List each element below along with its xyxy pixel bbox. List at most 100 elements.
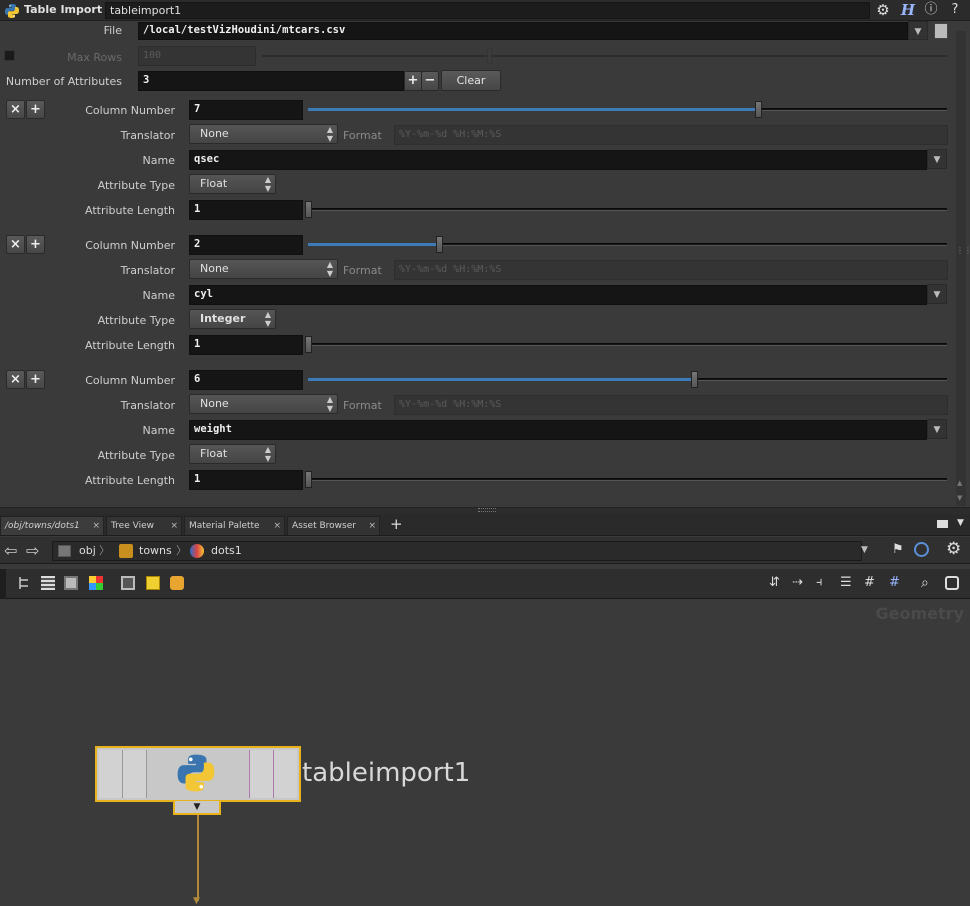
list-view-icon[interactable] <box>41 576 55 590</box>
help-h-icon[interactable]: H <box>898 1 918 19</box>
parameter-scrollbar[interactable]: ⋮⋮ ▲ ▼ <box>956 31 970 506</box>
link-icon[interactable] <box>914 542 929 557</box>
attribute-length-slider[interactable] <box>308 208 947 211</box>
node-name-field[interactable]: tableimport1 <box>105 2 870 19</box>
close-tab-icon[interactable]: × <box>273 521 281 531</box>
scroll-up-icon[interactable]: ▲ <box>957 479 962 487</box>
attribute-length-slider[interactable] <box>308 343 947 346</box>
color-palette-icon[interactable] <box>89 576 103 590</box>
align-horizontal-icon[interactable]: ⇢ <box>792 576 806 590</box>
attribute-length-field[interactable]: 1 <box>189 200 303 220</box>
clear-button[interactable]: Clear <box>441 70 501 91</box>
column-number-label: Column Number <box>85 239 175 252</box>
column-slider-handle[interactable] <box>691 371 698 388</box>
crumb-obj[interactable]: obj <box>79 542 96 560</box>
visibility-icon[interactable] <box>945 576 959 590</box>
back-arrow-icon[interactable]: ⇦ <box>4 541 17 560</box>
snap-icon[interactable]: ⫞ <box>816 576 830 590</box>
search-icon[interactable]: ⌕ <box>921 576 935 590</box>
attribute-length-field[interactable]: 1 <box>189 470 303 490</box>
close-tab-icon[interactable]: × <box>92 521 100 531</box>
layout-icon[interactable]: ☰ <box>840 576 854 590</box>
translator-menu[interactable]: None ▲ ▼ <box>189 394 338 414</box>
crumb-dots1[interactable]: dots1 <box>211 542 242 560</box>
node-display-flag[interactable] <box>273 750 297 798</box>
translator-menu[interactable]: None ▲ ▼ <box>189 259 338 279</box>
name-dropdown-icon[interactable]: ▼ <box>927 284 947 304</box>
menu-arrows-icon: ▲ ▼ <box>326 125 333 143</box>
attribute-name-field[interactable]: cyl <box>189 285 927 305</box>
tab-label: Tree View <box>111 521 154 531</box>
file-dropdown-icon[interactable]: ▼ <box>908 21 928 40</box>
attribute-type-menu[interactable]: Float ▲ ▼ <box>189 174 276 194</box>
grid-icon[interactable]: # <box>864 576 878 590</box>
help-icon[interactable]: ? <box>945 1 965 19</box>
pane-tab[interactable]: Material Palette × <box>184 516 285 535</box>
node-bypass-flag[interactable] <box>99 750 123 798</box>
file-field[interactable]: /local/testVizHoudini/mtcars.csv <box>138 22 908 40</box>
column-number-field[interactable]: 6 <box>189 370 303 390</box>
thumbnail-view-icon[interactable] <box>64 576 78 590</box>
forward-arrow-icon[interactable]: ⇨ <box>26 541 39 560</box>
sticky-note-icon[interactable] <box>146 576 160 590</box>
attribute-type-menu[interactable]: Float ▲ ▼ <box>189 444 276 464</box>
tree-layout-icon[interactable] <box>17 576 31 590</box>
network-box-icon[interactable] <box>121 576 135 590</box>
numattr-field[interactable]: 3 <box>138 71 404 91</box>
scroll-down-icon[interactable]: ▼ <box>957 494 962 502</box>
translator-menu[interactable]: None ▲ ▼ <box>189 124 338 144</box>
pane-divider[interactable] <box>0 507 970 514</box>
close-tab-icon[interactable]: × <box>368 521 376 531</box>
format-field[interactable]: %Y-%m-%d %H:%M:%S <box>394 260 948 280</box>
column-slider-handle[interactable] <box>755 101 762 118</box>
column-slider-handle[interactable] <box>436 236 443 253</box>
column-number-field[interactable]: 7 <box>189 100 303 120</box>
attribute-name-field[interactable]: qsec <box>189 150 927 170</box>
gear-icon[interactable]: ⚙ <box>873 1 893 19</box>
menu-arrows-icon: ▲ ▼ <box>264 175 271 193</box>
grid-snap-icon[interactable]: # <box>889 576 903 590</box>
attribute-type-menu[interactable]: Integer ▲ ▼ <box>189 309 276 329</box>
info-icon[interactable]: ⓘ <box>921 1 941 19</box>
attribute-length-field[interactable]: 1 <box>189 335 303 355</box>
path-dropdown-icon[interactable]: ▼ <box>861 545 868 555</box>
format-field[interactable]: %Y-%m-%d %H:%M:%S <box>394 395 948 415</box>
maxrows-field[interactable]: 100 <box>138 46 256 66</box>
pane-menu-icon[interactable]: ▼ <box>957 518 964 528</box>
network-dot-icon[interactable] <box>170 576 184 590</box>
format-field[interactable]: %Y-%m-%d %H:%M:%S <box>394 125 948 145</box>
length-slider-handle[interactable] <box>305 201 312 218</box>
pin-icon[interactable]: ⚑ <box>892 542 904 557</box>
pane-tab[interactable]: Asset Browser × <box>287 516 380 535</box>
divider-grip-icon[interactable] <box>478 508 496 512</box>
close-tab-icon[interactable]: × <box>170 521 178 531</box>
length-slider-handle[interactable] <box>305 336 312 353</box>
align-vertical-icon[interactable]: ⇵ <box>769 576 783 590</box>
node-template-flag[interactable] <box>249 750 273 798</box>
name-dropdown-icon[interactable]: ▼ <box>927 149 947 169</box>
network-editor[interactable]: Geometry tableimport1 ▼ ▼ <box>0 600 970 906</box>
file-browse-icon[interactable] <box>934 23 948 39</box>
length-slider-handle[interactable] <box>305 471 312 488</box>
maxrows-slider-handle[interactable] <box>487 48 492 64</box>
translator-value: None <box>200 262 229 275</box>
crumb-towns[interactable]: towns <box>139 542 172 560</box>
add-tab-icon[interactable]: + <box>390 515 403 533</box>
attribute-length-slider[interactable] <box>308 478 947 481</box>
remove-attribute-button[interactable]: − <box>421 71 439 91</box>
node-tableimport1[interactable] <box>95 746 301 802</box>
tab-label: /obj/towns/dots1 <box>5 521 80 531</box>
attribute-name-field[interactable]: weight <box>189 420 927 440</box>
name-dropdown-icon[interactable]: ▼ <box>927 419 947 439</box>
add-attribute-button[interactable]: + <box>404 71 422 91</box>
node-output-connector[interactable]: ▼ <box>173 801 221 815</box>
pane-tab[interactable]: Tree View × <box>106 516 182 535</box>
maximize-pane-icon[interactable] <box>937 520 948 528</box>
tab-label: Asset Browser <box>292 521 356 531</box>
column-number-field[interactable]: 2 <box>189 235 303 255</box>
pane-tab[interactable]: /obj/towns/dots1 × <box>0 516 104 535</box>
numattr-label: Number of Attributes <box>5 75 122 88</box>
node-lock-flag[interactable] <box>123 750 147 798</box>
settings-gear-icon[interactable]: ⚙ <box>946 539 961 559</box>
maxrows-slider[interactable] <box>262 55 947 57</box>
